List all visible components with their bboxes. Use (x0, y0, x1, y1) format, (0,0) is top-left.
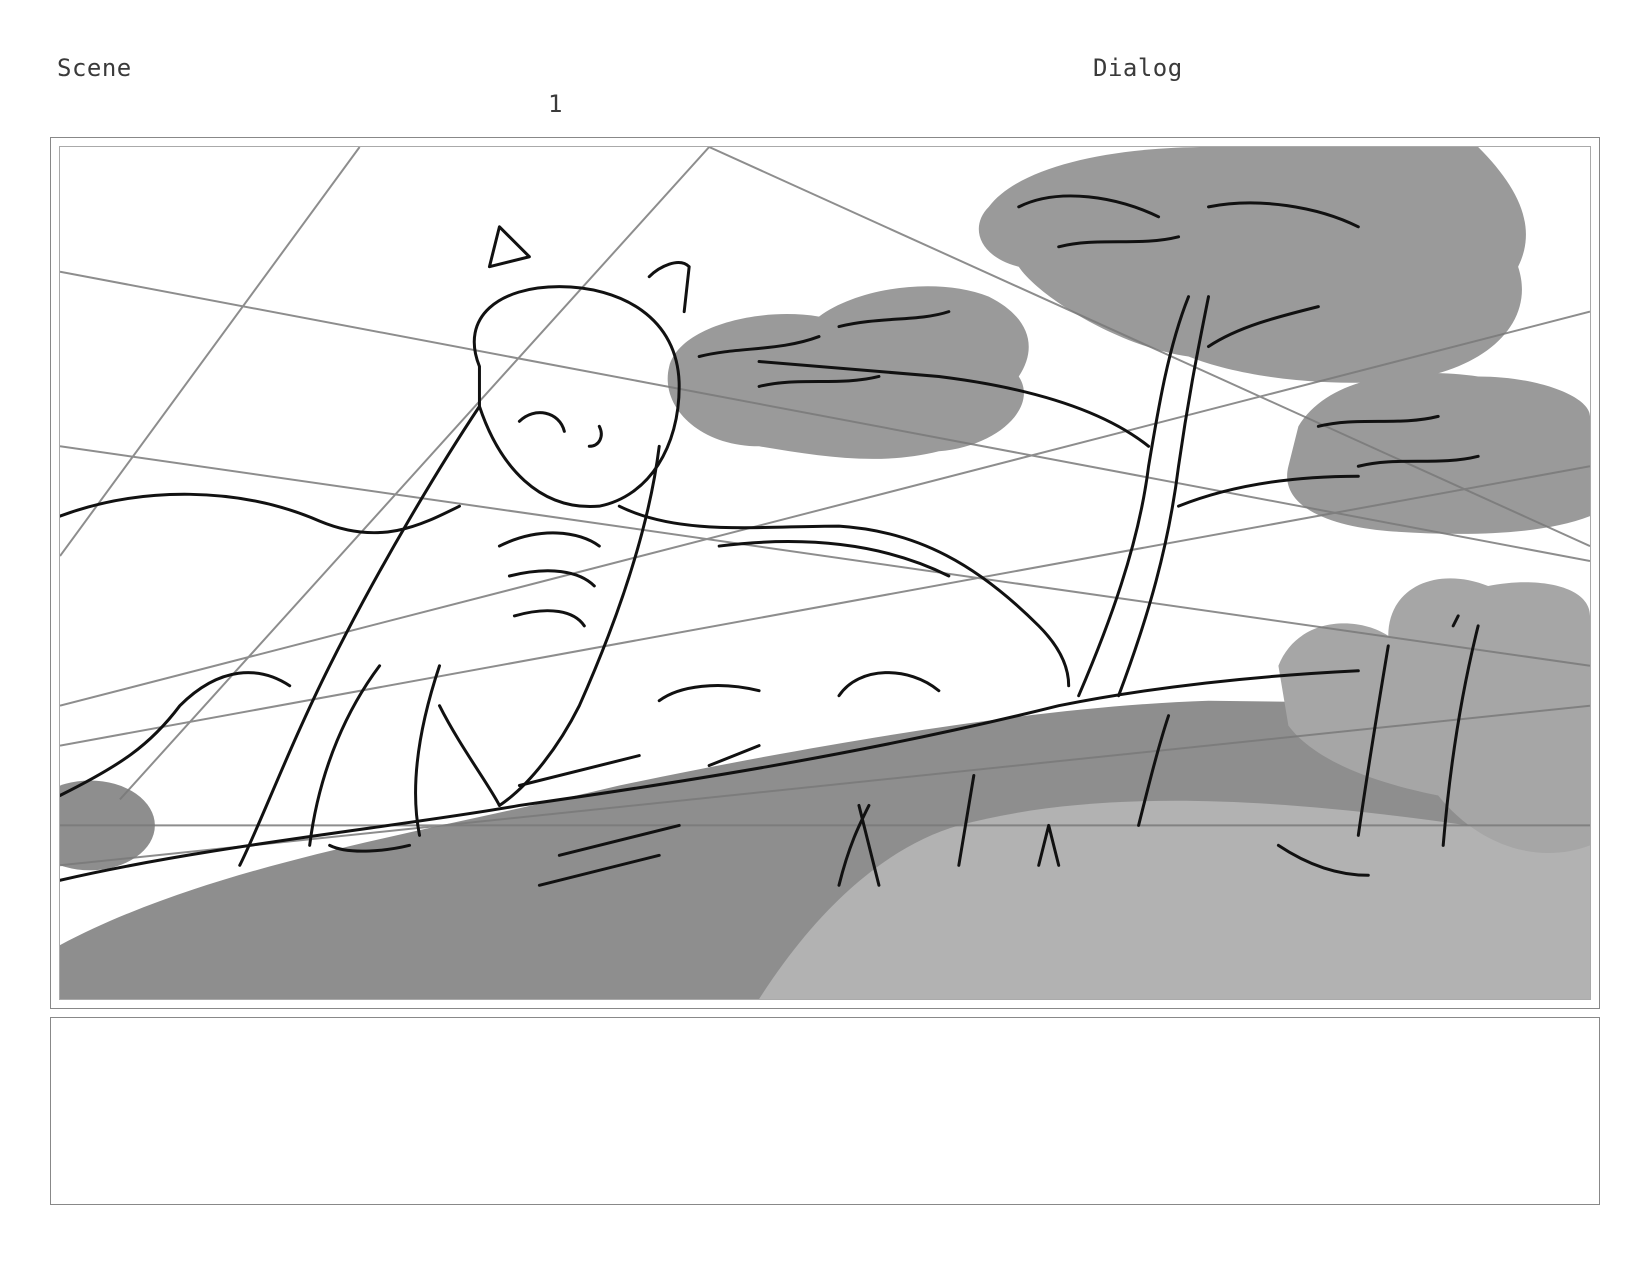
scene-number: 1 (548, 90, 563, 118)
storyboard-sketch (60, 147, 1590, 999)
scene-label: Scene (57, 54, 132, 82)
dialog-label: Dialog (1093, 54, 1183, 82)
tree-canopy-right (1287, 372, 1590, 534)
dialog-box (50, 1017, 1600, 1205)
panel-drawing-area (59, 146, 1591, 1000)
tree-canopy-left (667, 286, 1029, 459)
tree-canopy-top (978, 147, 1526, 383)
storyboard-panel (50, 137, 1600, 1009)
